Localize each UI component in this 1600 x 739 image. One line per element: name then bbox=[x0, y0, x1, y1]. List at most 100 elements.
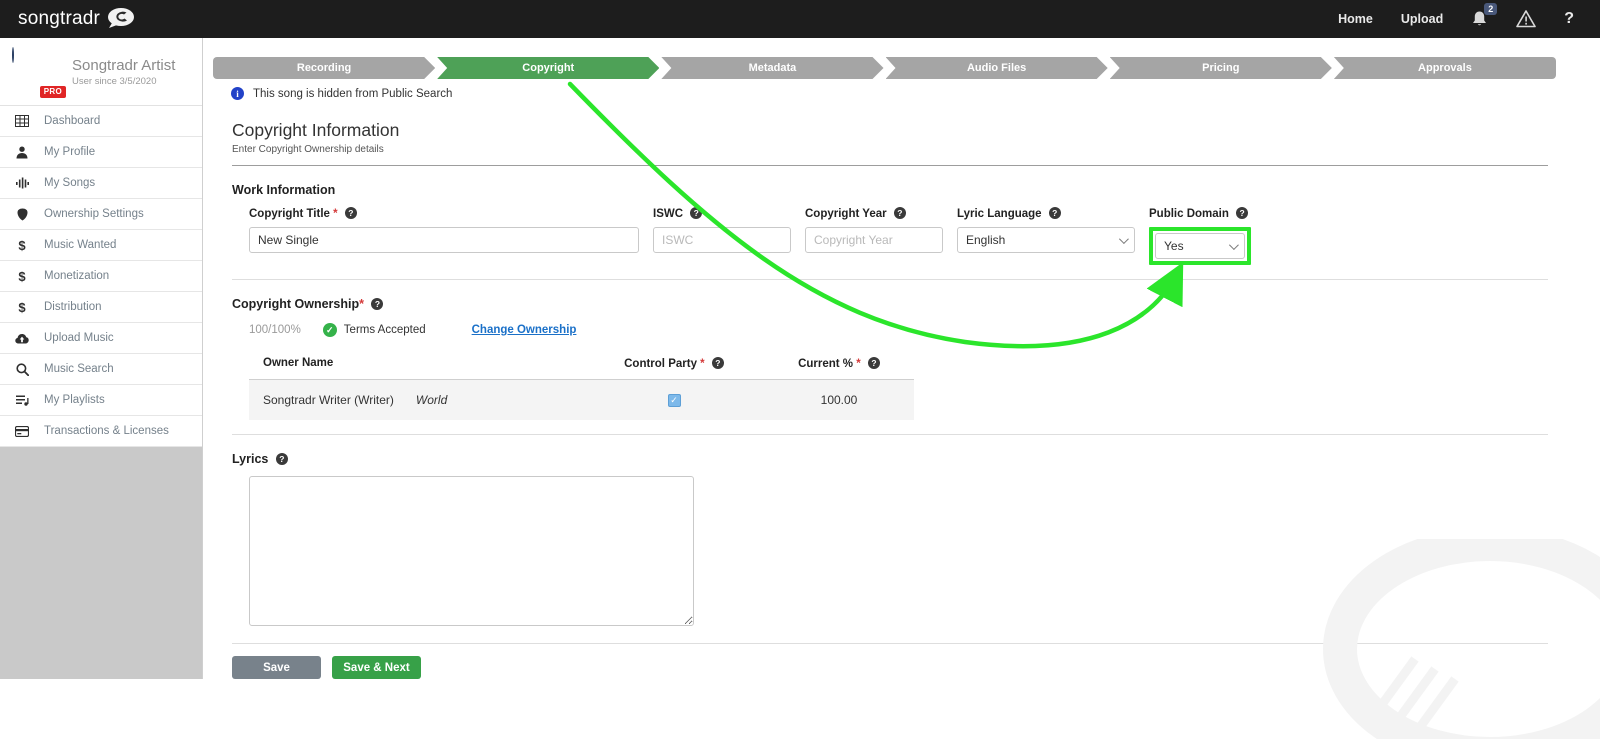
copyright-year-label: Copyright Year ? bbox=[805, 207, 943, 220]
ownership-progress: 100/100% bbox=[249, 324, 301, 336]
songtradr-logo[interactable]: songtradr bbox=[18, 7, 136, 32]
help-icon[interactable]: ? bbox=[371, 298, 383, 310]
step-pricing[interactable]: Pricing bbox=[1110, 57, 1332, 79]
current-percent-header: Current % * ? bbox=[764, 357, 914, 370]
save-button[interactable]: Save bbox=[232, 656, 321, 679]
pick-icon bbox=[14, 208, 30, 221]
sidebar-item-label: Music Search bbox=[44, 363, 114, 375]
divider bbox=[232, 279, 1548, 280]
workflow-stepper: Recording Copyright Metadata Audio Files… bbox=[213, 57, 1556, 79]
songtradr-bubble-icon bbox=[106, 7, 136, 32]
required-mark: * bbox=[856, 358, 860, 370]
main-content: Recording Copyright Metadata Audio Files… bbox=[204, 38, 1600, 679]
dollar-icon: $ bbox=[14, 238, 30, 253]
lyrics-heading: Lyrics ? bbox=[232, 452, 1600, 466]
profile-since: User since 3/5/2020 bbox=[72, 76, 175, 87]
dollar-icon: $ bbox=[14, 300, 30, 315]
step-metadata[interactable]: Metadata bbox=[661, 57, 883, 79]
ownership-table-header: Owner Name Control Party * ? Current % *… bbox=[249, 351, 914, 380]
copyright-title-label: Copyright Title * ? bbox=[249, 207, 639, 220]
copyright-title-input[interactable] bbox=[249, 227, 639, 253]
sidebar-item-my-playlists[interactable]: My Playlists bbox=[0, 385, 202, 416]
iswc-label: ISWC ? bbox=[653, 207, 791, 220]
lyrics-textarea[interactable] bbox=[249, 476, 694, 626]
cloud-upload-icon bbox=[14, 333, 30, 344]
sidebar-item-label: Dashboard bbox=[44, 115, 100, 127]
sidebar-menu: Dashboard My Profile My Songs Ownership … bbox=[0, 106, 202, 447]
notifications-bell-icon[interactable]: 2 bbox=[1471, 10, 1488, 28]
page-title: Copyright Information bbox=[232, 120, 1600, 141]
profile-name: Songtradr Artist bbox=[72, 57, 175, 74]
step-audio-files[interactable]: Audio Files bbox=[886, 57, 1108, 79]
public-domain-select[interactable]: Yes bbox=[1155, 233, 1245, 259]
terms-accepted-label: Terms Accepted bbox=[344, 324, 426, 336]
page-subtitle: Enter Copyright Ownership details bbox=[232, 144, 1600, 155]
credit-card-icon bbox=[14, 426, 30, 437]
sidebar-item-ownership-settings[interactable]: Ownership Settings bbox=[0, 199, 202, 230]
step-approvals[interactable]: Approvals bbox=[1334, 57, 1556, 79]
sidebar-item-upload-music[interactable]: Upload Music bbox=[0, 323, 202, 354]
nav-home[interactable]: Home bbox=[1338, 12, 1373, 26]
sidebar-item-my-profile[interactable]: My Profile bbox=[0, 137, 202, 168]
user-profile[interactable]: PRO Songtradr Artist User since 3/5/2020 bbox=[0, 38, 202, 106]
help-icon[interactable]: ? bbox=[894, 207, 906, 219]
help-icon[interactable]: ? bbox=[276, 453, 288, 465]
help-icon[interactable]: ? bbox=[712, 357, 724, 369]
chevron-down-icon bbox=[1229, 240, 1239, 250]
annotation-highlight-box: Yes bbox=[1149, 227, 1251, 265]
sidebar-item-label: My Profile bbox=[44, 146, 95, 158]
help-icon[interactable]: ? bbox=[1049, 207, 1061, 219]
iswc-input[interactable] bbox=[653, 227, 791, 253]
sidebar-item-label: Upload Music bbox=[44, 332, 114, 344]
grid-icon bbox=[14, 115, 30, 127]
control-party-checkbox[interactable]: ✓ bbox=[668, 394, 681, 407]
help-icon[interactable]: ? bbox=[1236, 207, 1248, 219]
sidebar-item-my-songs[interactable]: My Songs bbox=[0, 168, 202, 199]
info-icon: i bbox=[231, 87, 244, 100]
help-icon[interactable]: ? bbox=[345, 207, 357, 219]
current-percent-value: 100.00 bbox=[764, 393, 914, 407]
step-recording[interactable]: Recording bbox=[213, 57, 435, 79]
sidebar: PRO Songtradr Artist User since 3/5/2020… bbox=[0, 38, 203, 679]
sidebar-item-label: Monetization bbox=[44, 270, 109, 282]
change-ownership-link[interactable]: Change Ownership bbox=[472, 324, 577, 336]
sidebar-item-distribution[interactable]: $ Distribution bbox=[0, 292, 202, 323]
nav-upload[interactable]: Upload bbox=[1401, 12, 1443, 26]
copyright-year-input[interactable] bbox=[805, 227, 943, 253]
sidebar-item-music-wanted[interactable]: $ Music Wanted bbox=[0, 230, 202, 261]
terms-accepted: ✓ Terms Accepted bbox=[323, 323, 426, 337]
table-row: Songtradr Writer (Writer) World ✓ 100.00 bbox=[249, 380, 914, 420]
search-icon bbox=[14, 363, 30, 376]
help-icon[interactable]: ? bbox=[1564, 10, 1574, 28]
sidebar-item-monetization[interactable]: $ Monetization bbox=[0, 261, 202, 292]
ownership-table: Owner Name Control Party * ? Current % *… bbox=[249, 351, 914, 420]
person-icon bbox=[14, 146, 30, 159]
divider bbox=[232, 165, 1548, 166]
lyric-language-select[interactable]: English bbox=[957, 227, 1135, 253]
sidebar-item-dashboard[interactable]: Dashboard bbox=[0, 106, 202, 137]
save-next-button[interactable]: Save & Next bbox=[332, 656, 421, 679]
public-domain-value: Yes bbox=[1164, 239, 1184, 253]
sidebar-item-label: My Songs bbox=[44, 177, 95, 189]
songtradr-logo-text: songtradr bbox=[18, 8, 100, 30]
copyright-ownership-heading: Copyright Ownership* ? bbox=[232, 297, 1600, 311]
notice-text: This song is hidden from Public Search bbox=[253, 88, 452, 100]
sidebar-item-music-search[interactable]: Music Search bbox=[0, 354, 202, 385]
avatar bbox=[12, 47, 14, 63]
sidebar-item-label: My Playlists bbox=[44, 394, 105, 406]
owner-name-header: Owner Name bbox=[263, 357, 584, 370]
chevron-down-icon bbox=[1119, 234, 1129, 244]
sidebar-item-label: Music Wanted bbox=[44, 239, 116, 251]
step-copyright[interactable]: Copyright bbox=[437, 57, 659, 79]
owner-name: Songtradr Writer (Writer) bbox=[263, 393, 394, 407]
help-icon[interactable]: ? bbox=[868, 357, 880, 369]
sidebar-item-label: Transactions & Licenses bbox=[44, 425, 169, 437]
copyright-title-field: Copyright Title * ? bbox=[249, 207, 639, 253]
warning-icon[interactable] bbox=[1516, 10, 1536, 28]
help-icon[interactable]: ? bbox=[690, 207, 702, 219]
sidebar-item-transactions-licenses[interactable]: Transactions & Licenses bbox=[0, 416, 202, 447]
control-party-header: Control Party * ? bbox=[584, 357, 764, 370]
lyric-language-field: Lyric Language ? English bbox=[957, 207, 1135, 253]
divider bbox=[232, 643, 1548, 644]
pro-badge: PRO bbox=[40, 86, 66, 98]
